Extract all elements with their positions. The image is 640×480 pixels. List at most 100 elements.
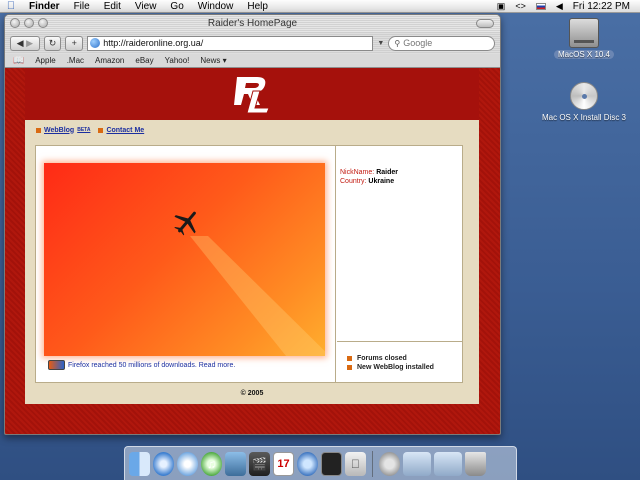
web-page: WebBlog BETA Contact Me Firefox reached … [5,68,500,434]
site-footer: © 2005 [240,390,264,397]
itunes-icon[interactable]: ♫ [201,451,222,476]
bookmark-amazon[interactable]: Amazon [95,56,124,65]
zoom-button[interactable] [38,18,48,28]
address-dropdown-icon[interactable]: ▼ [377,40,384,47]
reload-icon: ↻ [48,37,57,48]
nickname-label: NickName: [340,169,375,176]
bookmarks-book-icon[interactable]: 📖 [13,55,24,66]
main-column: Firefox reached 50 millions of downloads… [36,146,336,382]
iphoto-icon[interactable] [225,451,246,476]
script-icon[interactable]: <> [515,1,526,11]
bookmark-mac[interactable]: .Mac [67,56,84,65]
back-arrow-icon[interactable]: ◀ [17,38,24,49]
news-item[interactable]: New WebBlog installed [347,363,434,372]
minimize-button[interactable] [24,18,34,28]
volume-icon[interactable]: ◀ [556,1,563,12]
trash-icon[interactable] [465,451,486,476]
ichat-icon[interactable] [177,451,198,476]
install-disc-desktop-icon[interactable]: Mac OS X Install Disc 3 [538,82,630,122]
window-bottom-edge [5,434,500,435]
google-search-field[interactable]: ⚲ [388,35,495,51]
menu-edit[interactable]: Edit [97,0,128,13]
reload-button[interactable]: ↻ [43,35,62,51]
nav-weblog-link[interactable]: WebBlog BETA [36,127,90,134]
safari-icon[interactable] [153,451,174,476]
finder-icon[interactable] [129,451,150,476]
install-disc-label[interactable]: Mac OS X Install Disc 3 [542,113,626,122]
menu-help[interactable]: Help [240,0,275,13]
window-title: Raider's HomePage [207,18,298,29]
nickname-row: NickName: Raider [340,168,398,177]
country-label: Country: [340,178,367,185]
window-icon[interactable] [403,451,431,476]
cd-disc-icon[interactable] [570,82,598,110]
menu-finder[interactable]: Finder [22,0,67,13]
bookmark-yahoo[interactable]: Yahoo! [165,56,190,65]
nav-bullet-icon [98,127,104,133]
contrail-graphic [190,236,325,356]
menu-bar:  Finder File Edit View Go Window Help ▣… [0,0,640,13]
news-item-text[interactable]: Forums closed [357,354,407,363]
ical-icon[interactable]: 17 [273,451,294,476]
dock: ♫ 🎬 17  [124,446,517,480]
input-menu-flag-icon[interactable] [535,2,546,10]
toolbar-toggle-button[interactable] [476,19,494,28]
nav-weblog-beta: BETA [77,127,91,133]
news-bullet-icon [347,356,352,361]
dock-separator [372,450,373,477]
apple-menu-icon[interactable]:  [0,0,22,12]
hard-drive-desktop-icon[interactable]: MacOS X 10.4 [548,18,620,59]
profile-info: NickName: Raider Country: Ukraine [340,168,398,186]
browser-toolbar: ◀ ▶ ↻ + http://raideronline.org.ua/ ▼ ⚲ [5,32,500,54]
add-bookmark-button[interactable]: + [65,35,84,51]
site-header [25,68,479,120]
nav-contact-link[interactable]: Contact Me [98,127,144,134]
firefox-thumbnail-icon [48,360,65,370]
site-logo[interactable] [229,71,275,117]
menu-go[interactable]: Go [163,0,190,13]
bookmark-ebay[interactable]: eBay [135,56,153,65]
side-column: NickName: Raider Country: Ukraine Forums… [337,146,462,382]
system-preferences-icon[interactable] [379,451,400,476]
search-icon: ⚲ [394,38,401,48]
hard-drive-icon[interactable] [569,18,599,48]
airplane-banner-image [44,163,325,356]
address-bar[interactable]: http://raideronline.org.ua/ [87,35,374,51]
hard-drive-label[interactable]: MacOS X 10.4 [553,50,615,59]
window-titlebar[interactable]: Raider's HomePage [5,15,500,32]
nav-contact-label: Contact Me [106,126,145,134]
menubar-clock[interactable]: Fri 12:22 PM [573,1,630,12]
news-item-text[interactable]: New WebBlog installed [357,363,434,372]
window-icon[interactable] [434,451,462,476]
nickname-value: Raider [376,169,398,176]
terminal-icon[interactable] [321,451,342,476]
imovie-icon[interactable]: 🎬 [249,451,270,476]
nav-weblog-label: WebBlog [44,126,75,134]
search-input[interactable] [403,38,484,48]
bookmarks-bar: 📖 Apple .Mac Amazon eBay Yahoo! News ▾ [5,54,500,68]
plus-icon: + [71,38,77,48]
menu-view[interactable]: View [128,0,164,13]
news-item[interactable]: Forums closed [347,354,434,363]
forward-arrow-icon[interactable]: ▶ [26,38,33,49]
close-button[interactable] [10,18,20,28]
firefox-news-text[interactable]: Firefox reached 50 millions of downloads… [68,362,235,369]
news-list: Forums closed New WebBlog installed [347,354,434,372]
bookmark-apple[interactable]: Apple [35,56,55,65]
menu-window[interactable]: Window [191,0,241,13]
browser-window: Raider's HomePage ◀ ▶ ↻ + http://raidero… [4,14,501,435]
country-row: Country: Ukraine [340,177,398,186]
firefox-news-link[interactable]: Firefox reached 50 millions of downloads… [48,360,235,370]
bookmark-news[interactable]: News ▾ [200,56,226,65]
display-icon[interactable]: ▣ [497,1,506,12]
preview-icon[interactable]:  [345,451,366,476]
menu-file[interactable]: File [67,0,97,13]
news-bullet-icon [347,365,352,370]
airplane-icon [174,211,196,236]
side-divider [337,341,462,342]
site-container: WebBlog BETA Contact Me Firefox reached … [25,68,479,404]
back-forward-buttons[interactable]: ◀ ▶ [10,35,40,51]
globe-icon [90,38,101,48]
address-url[interactable]: http://raideronline.org.ua/ [103,38,203,48]
quicktime-icon[interactable] [297,451,318,476]
